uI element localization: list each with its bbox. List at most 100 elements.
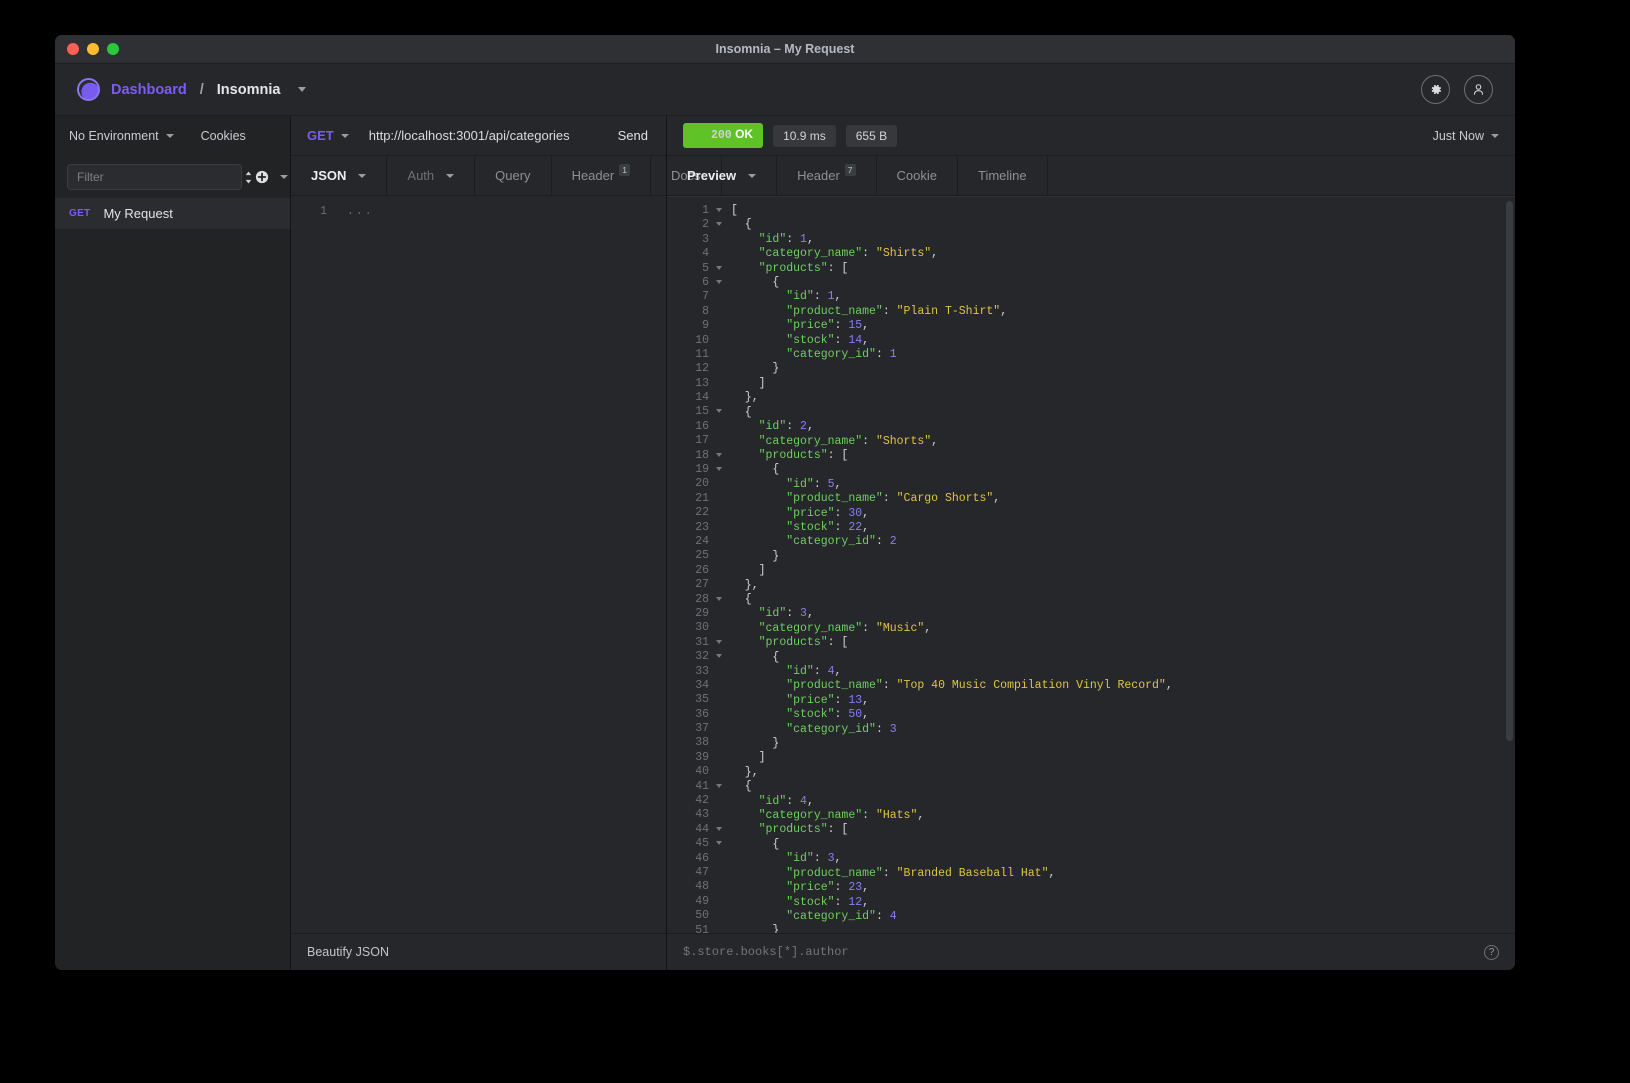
code-line: "category_id": 2 — [786, 535, 897, 549]
line-number: 27 — [695, 578, 709, 592]
http-method-selector[interactable]: GET — [307, 128, 334, 143]
response-vertical-scrollbar[interactable] — [1506, 201, 1513, 741]
gear-icon — [1431, 84, 1442, 95]
status-code: 200 — [711, 129, 732, 143]
breadcrumb-dashboard-link[interactable]: Dashboard — [111, 82, 187, 98]
filter-input[interactable] — [67, 164, 242, 190]
response-history-chevron-down-icon[interactable] — [1491, 134, 1499, 139]
cookies-button[interactable]: Cookies — [201, 129, 246, 143]
code-line: "category_id": 3 — [786, 722, 897, 736]
line-number: 49 — [695, 894, 709, 908]
line-number: 16 — [695, 419, 709, 433]
status-text: OK — [735, 127, 754, 142]
code-line: "id": 2, — [758, 420, 814, 434]
line-number: 29 — [695, 606, 709, 620]
status-badge[interactable]: 200 OK — [683, 123, 764, 148]
code-line: { — [731, 463, 780, 477]
line-number: 32 — [667, 650, 722, 664]
line-number: 15 — [667, 405, 722, 419]
line-number: 40 — [695, 765, 709, 779]
response-pane: 200 OK 10.9 ms 655 B Just Now Preview He… — [667, 116, 1515, 970]
line-number: 21 — [695, 491, 709, 505]
fold-chevron-down-icon[interactable] — [716, 208, 722, 212]
tab-json[interactable]: JSON — [291, 156, 388, 195]
tab-preview[interactable]: Preview — [667, 156, 778, 195]
request-method-badge: GET — [69, 208, 91, 219]
settings-button[interactable] — [1421, 75, 1450, 104]
fold-chevron-down-icon[interactable] — [716, 783, 722, 788]
maximize-window-button[interactable] — [107, 43, 119, 55]
breadcrumb-workspace-name[interactable]: Insomnia — [217, 82, 281, 98]
response-history-label: Just Now — [1432, 128, 1484, 143]
fold-chevron-down-icon[interactable] — [716, 467, 722, 472]
request-tabs: JSON Auth Query Header 1 Docs — [291, 156, 722, 196]
tab-timeline[interactable]: Timeline — [958, 156, 1048, 195]
tab-auth[interactable]: Auth — [387, 156, 476, 195]
fold-chevron-down-icon[interactable] — [716, 222, 722, 227]
response-footer: ? — [667, 933, 1515, 970]
tab-response-header[interactable]: Header 7 — [777, 156, 877, 195]
code-line: "category_id": 1 — [786, 348, 897, 362]
response-code-content: [ { "id": 1, "category_name": "Shirts", … — [713, 197, 1515, 933]
code-line: { — [731, 276, 780, 290]
send-button[interactable]: Send — [600, 128, 666, 143]
code-line: "category_name": "Hats", — [758, 809, 925, 823]
method-chevron-down-icon[interactable] — [340, 133, 349, 138]
line-number: 47 — [695, 865, 709, 879]
response-size-badge[interactable]: 655 B — [845, 124, 898, 147]
tab-json-label: JSON — [311, 168, 347, 183]
fold-chevron-down-icon[interactable] — [716, 452, 722, 457]
tab-cookie[interactable]: Cookie — [877, 156, 958, 195]
line-number: 48 — [695, 880, 709, 894]
response-gutter: 1 2 3 4 5 6 7 8 9 10 11 12 13 14 15 16 17 18 19 20 21 22 23 24 2… — [667, 197, 722, 933]
jsonpath-filter-input[interactable] — [683, 945, 1484, 959]
tab-query[interactable]: Query — [475, 156, 552, 195]
fold-chevron-down-icon[interactable] — [716, 841, 722, 846]
add-request-chevron-down-icon[interactable] — [280, 175, 288, 179]
fold-chevron-down-icon[interactable] — [716, 265, 722, 270]
code-line: "id": 3, — [786, 852, 842, 866]
title-bar: Insomnia – My Request — [55, 35, 1515, 64]
line-number: 37 — [695, 722, 709, 736]
line-number: 46 — [695, 851, 709, 865]
line-number: 17 — [695, 434, 709, 448]
tab-auth-chevron-down-icon[interactable] — [446, 173, 455, 178]
line-number: 39 — [695, 750, 709, 764]
response-history-selector[interactable]: Just Now — [1433, 129, 1499, 143]
line-number: 23 — [695, 520, 709, 534]
beautify-json-button[interactable]: Beautify JSON — [307, 945, 389, 959]
line-number: 4 — [702, 247, 709, 261]
workspace-dropdown-chevron-down-icon[interactable] — [298, 87, 307, 92]
sidebar-item-my-request[interactable]: GET My Request — [55, 198, 290, 229]
line-number: 22 — [695, 506, 709, 520]
jsonpath-help-button[interactable]: ? — [1484, 944, 1499, 960]
environment-selector[interactable]: No Environment — [69, 129, 159, 143]
sort-button[interactable] — [242, 164, 255, 190]
code-line: { — [731, 780, 752, 794]
line-number: 6 — [667, 276, 722, 290]
add-request-button[interactable] — [255, 164, 288, 190]
code-line: "id": 5, — [786, 477, 842, 491]
url-input[interactable]: http://localhost:3001/api/categories — [369, 128, 600, 143]
tab-json-chevron-down-icon[interactable] — [358, 173, 367, 178]
tab-header[interactable]: Header 1 — [552, 156, 651, 195]
line-number: 7 — [702, 290, 709, 304]
minimize-window-button[interactable] — [87, 43, 99, 55]
breadcrumb-separator: / — [199, 81, 204, 98]
fold-chevron-down-icon[interactable] — [716, 826, 722, 831]
fold-chevron-down-icon[interactable] — [716, 279, 722, 284]
tab-preview-chevron-down-icon[interactable] — [748, 173, 757, 178]
fold-chevron-down-icon[interactable] — [716, 596, 722, 601]
environment-chevron-down-icon[interactable] — [165, 134, 174, 138]
code-line: "price": 30, — [786, 506, 870, 520]
response-time-badge[interactable]: 10.9 ms — [773, 124, 836, 147]
request-body-editor[interactable]: 1 ... — [291, 196, 666, 933]
close-window-button[interactable] — [67, 43, 79, 55]
fold-chevron-down-icon[interactable] — [716, 654, 722, 659]
code-line: "stock": 14, — [786, 333, 870, 347]
account-button[interactable] — [1464, 75, 1493, 104]
response-body-viewer[interactable]: 1 2 3 4 5 6 7 8 9 10 11 12 13 14 15 16 17 18 19 20 21 22 23 24 2… — [667, 196, 1515, 933]
fold-chevron-down-icon[interactable] — [716, 639, 722, 644]
line-number: 43 — [695, 808, 709, 822]
fold-chevron-down-icon[interactable] — [716, 409, 722, 414]
